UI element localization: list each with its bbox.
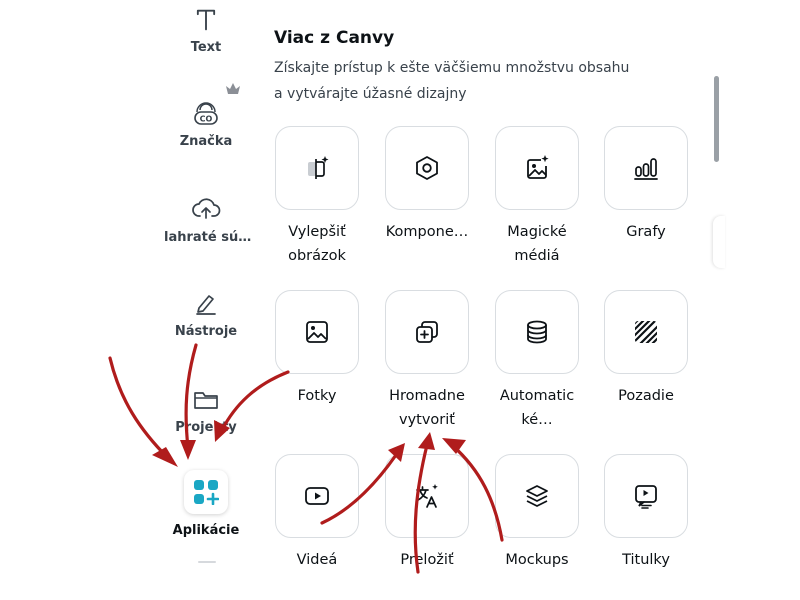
photo-icon bbox=[306, 321, 328, 343]
magic-media-icon bbox=[527, 155, 549, 179]
app-label-translate: Preložiť bbox=[400, 552, 454, 568]
side-rail: Text CO Značka lahraté sú… Nástroje Proj… bbox=[150, 0, 262, 600]
app-tile-enhance[interactable] bbox=[275, 126, 359, 210]
app-tile-autofill[interactable] bbox=[495, 290, 579, 374]
rail-item-uploads[interactable]: lahraté sú… bbox=[150, 194, 262, 245]
app-label-bulk-create: Hromadne vytvoriť bbox=[389, 388, 465, 428]
bar-chart-icon bbox=[634, 158, 658, 180]
text-icon bbox=[196, 9, 216, 31]
app-tile-backgrounds[interactable] bbox=[604, 290, 688, 374]
app-tile-videos[interactable] bbox=[275, 454, 359, 538]
layers-icon bbox=[526, 485, 548, 507]
app-tile-elements[interactable] bbox=[385, 126, 469, 210]
hexagon-icon bbox=[416, 156, 438, 180]
rail-item-text[interactable]: Text bbox=[150, 6, 262, 55]
translate-icon bbox=[416, 484, 438, 508]
collapse-handle[interactable] bbox=[713, 216, 725, 268]
app-label-backgrounds: Pozadie bbox=[618, 388, 674, 404]
rail-item-apps[interactable]: Aplikácie bbox=[150, 470, 262, 538]
rail-label-projects: Projekty bbox=[175, 420, 237, 435]
app-tile-bulk-create[interactable] bbox=[385, 290, 469, 374]
rail-item-projects[interactable]: Projekty bbox=[150, 384, 262, 435]
app-tile-photos[interactable] bbox=[275, 290, 359, 374]
app-label-photos: Fotky bbox=[297, 388, 337, 404]
rail-label-apps: Aplikácie bbox=[172, 523, 240, 538]
apps-icon bbox=[194, 480, 219, 505]
app-label-videos: Videá bbox=[296, 552, 338, 568]
crown-icon bbox=[226, 83, 240, 94]
panel-subtitle: Získajte prístup k ešte väčšiemu množstv… bbox=[274, 55, 694, 107]
arrowhead-bulk-right bbox=[442, 438, 466, 454]
app-tile-mockups[interactable] bbox=[495, 454, 579, 538]
magic-enhance-icon bbox=[308, 156, 329, 179]
rail-item-brand[interactable]: CO Značka bbox=[150, 98, 262, 149]
cloud-upload-icon bbox=[192, 198, 221, 219]
panel-subtitle-line2: a vytvárajte úžasné dizajny bbox=[274, 86, 467, 102]
app-label-enhance: Vylepšiť obrázok bbox=[288, 224, 346, 264]
rail-divider bbox=[198, 561, 216, 563]
pen-tool-icon bbox=[196, 295, 216, 315]
app-tile-charts[interactable] bbox=[604, 126, 688, 210]
app-label-mockups: Mockups bbox=[505, 552, 569, 568]
rail-label-text: Text bbox=[190, 40, 222, 55]
panel-scrollbar[interactable] bbox=[714, 76, 719, 162]
brand-icon: CO bbox=[194, 102, 218, 125]
video-icon bbox=[305, 487, 329, 505]
app-label-charts: Grafy bbox=[626, 224, 666, 240]
panel-subtitle-line1: Získajte prístup k ešte väčšiemu množstv… bbox=[274, 60, 630, 76]
app-label-autofill: Automatic ké… bbox=[499, 388, 575, 428]
svg-text:CO: CO bbox=[200, 115, 213, 124]
rail-label-uploads: lahraté sú… bbox=[164, 230, 252, 245]
rail-label-tools: Nástroje bbox=[174, 324, 238, 339]
arrowhead-bulk-mid bbox=[418, 432, 435, 450]
app-label-elements: Kompone… bbox=[385, 224, 469, 240]
app-label-magic-media: Magické médiá bbox=[507, 224, 567, 264]
pattern-icon bbox=[635, 321, 657, 343]
app-tile-translate[interactable] bbox=[385, 454, 469, 538]
database-icon bbox=[527, 320, 547, 344]
panel-title: Viac z Canvy bbox=[274, 28, 395, 48]
rail-label-brand: Značka bbox=[179, 134, 233, 149]
apps-button[interactable] bbox=[184, 470, 228, 514]
app-tile-captions[interactable] bbox=[604, 454, 688, 538]
folder-icon bbox=[194, 392, 218, 409]
rail-item-tools[interactable]: Nástroje bbox=[150, 288, 262, 339]
captions-icon bbox=[635, 485, 657, 509]
app-label-captions: Titulky bbox=[622, 552, 670, 568]
app-tile-magic-media[interactable] bbox=[495, 126, 579, 210]
bulk-create-icon bbox=[416, 321, 438, 343]
